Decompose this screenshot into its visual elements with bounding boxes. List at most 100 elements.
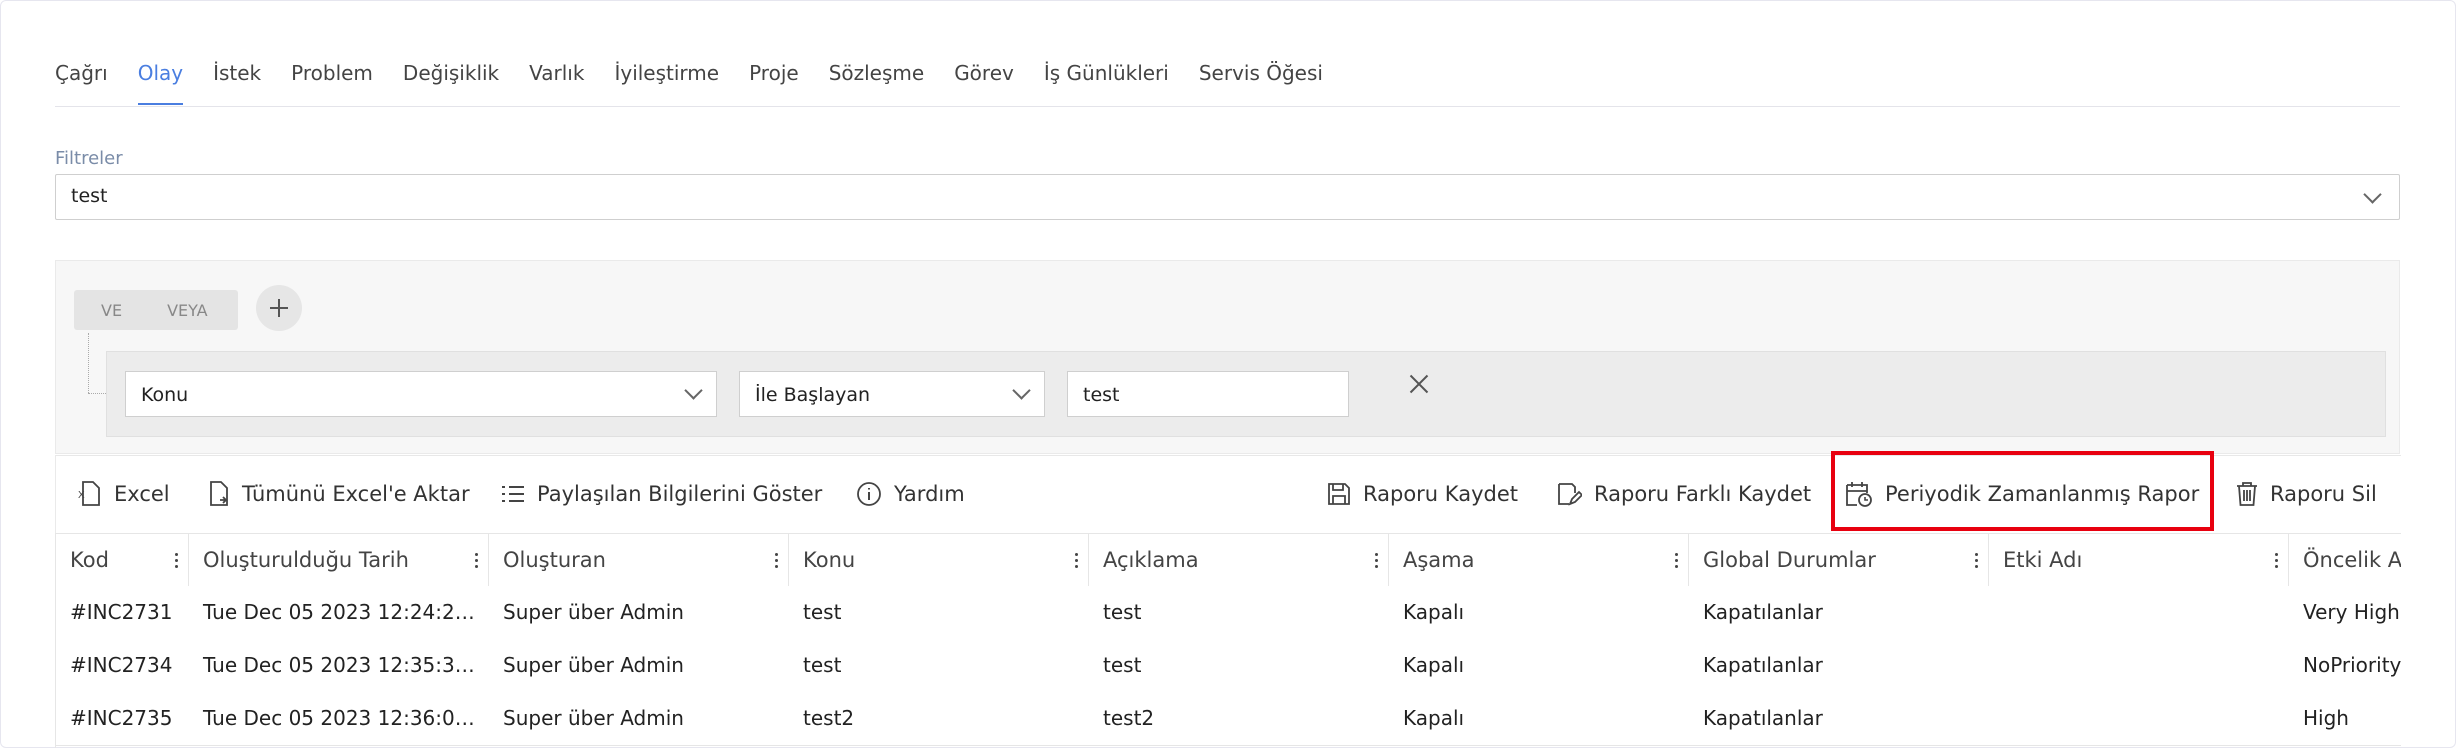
column-menu-icon[interactable]: [1675, 553, 1678, 568]
tab-iyilestirme[interactable]: İyileştirme: [614, 56, 719, 106]
cell-date: Tue Dec 05 2023 12:24:28 G...: [203, 600, 479, 624]
rule-operator-select[interactable]: İle Başlayan: [739, 371, 1045, 417]
column-menu-icon[interactable]: [1375, 553, 1378, 568]
tab-varlik[interactable]: Varlık: [529, 56, 584, 106]
highlight-box: [1831, 451, 2214, 531]
delete-report-label: Raporu Sil: [2270, 482, 2377, 506]
column-header[interactable]: Oluşturulduğu Tarih: [189, 534, 489, 587]
column-label: Oluşturan: [503, 548, 606, 572]
column-label: Açıklama: [1103, 548, 1199, 572]
cell-stage: Kapalı: [1403, 706, 1465, 730]
excel-label: Excel: [114, 482, 170, 506]
module-tabs: Çağrı Olay İstek Problem Değişiklik Varl…: [55, 56, 1353, 108]
save-report-button[interactable]: Raporu Kaydet: [1327, 474, 1518, 514]
tab-degisiklik[interactable]: Değişiklik: [403, 56, 499, 106]
column-menu-icon[interactable]: [1075, 553, 1078, 568]
tab-cagri[interactable]: Çağrı: [55, 56, 108, 106]
tab-sozlesme[interactable]: Sözleşme: [829, 56, 925, 106]
column-header[interactable]: Öncelik A: [2289, 534, 2401, 587]
column-header[interactable]: Aşama: [1389, 534, 1689, 587]
tab-servis-ogesi[interactable]: Servis Öğesi: [1199, 56, 1323, 106]
column-label: Konu: [803, 548, 856, 572]
cell-description: test2: [1103, 706, 1155, 730]
svg-text:X: X: [78, 490, 85, 501]
cell-creator: Super über Admin: [503, 653, 684, 677]
rule-operator-value: İle Başlayan: [755, 384, 871, 406]
tree-connector-branch: [88, 393, 106, 394]
info-icon: [857, 482, 881, 506]
column-header[interactable]: Konu: [789, 534, 1089, 587]
export-all-excel-button[interactable]: Tümünü Excel'e Aktar: [206, 474, 470, 514]
column-menu-icon[interactable]: [775, 553, 778, 568]
cell-stage: Kapalı: [1403, 653, 1465, 677]
column-menu-icon[interactable]: [475, 553, 478, 568]
column-header[interactable]: Global Durumlar: [1689, 534, 1989, 587]
rule-value-input[interactable]: test: [1067, 371, 1349, 417]
column-header[interactable]: Açıklama: [1089, 534, 1389, 587]
cell-subject: test: [803, 600, 842, 624]
column-menu-icon[interactable]: [175, 553, 178, 568]
list-icon: [502, 486, 524, 502]
help-button[interactable]: Yardım: [856, 474, 965, 514]
cell-global-status: Kapatılanlar: [1703, 706, 1823, 730]
delete-report-button[interactable]: Raporu Sil: [2236, 474, 2377, 514]
rule-value-text: test: [1083, 384, 1120, 406]
show-shared-info-button[interactable]: Paylaşılan Bilgilerini Göster: [501, 474, 822, 514]
and-button[interactable]: VE: [101, 301, 122, 320]
save-icon: [1328, 483, 1350, 505]
cell-date: Tue Dec 05 2023 12:35:39 G...: [203, 653, 479, 677]
filter-select-value: test: [71, 185, 108, 207]
cell-date: Tue Dec 05 2023 12:36:00 G...: [203, 706, 479, 730]
save-as-icon: [1558, 483, 1582, 506]
column-label: Kod: [70, 548, 109, 572]
column-header[interactable]: Etki Adı: [1989, 534, 2289, 587]
cell-description: test: [1103, 600, 1142, 624]
help-label: Yardım: [894, 482, 965, 506]
save-report-label: Raporu Kaydet: [1363, 482, 1518, 506]
tab-is-gunlukleri[interactable]: İş Günlükleri: [1044, 56, 1169, 106]
cell-global-status: Kapatılanlar: [1703, 600, 1823, 624]
column-label: Aşama: [1403, 548, 1475, 572]
chevron-down-icon: [2363, 185, 2382, 204]
tab-proje[interactable]: Proje: [749, 56, 799, 106]
cell-kod: #INC2731: [70, 600, 173, 624]
table-row[interactable]: #INC2731 Tue Dec 05 2023 12:24:28 G... S…: [56, 586, 2401, 640]
column-menu-icon[interactable]: [2275, 553, 2278, 568]
excel-icon: X: [78, 481, 100, 506]
query-builder: VE VEYA Konu İle Başlayan test: [55, 260, 2400, 454]
column-label: Öncelik A: [2303, 548, 2401, 572]
cell-impact: [1989, 639, 2279, 692]
cell-creator: Super über Admin: [503, 600, 684, 624]
cell-impact: [1989, 692, 2279, 745]
export-all-label: Tümünü Excel'e Aktar: [242, 482, 470, 506]
rule-field-value: Konu: [141, 384, 189, 406]
table-row[interactable]: #INC2734 Tue Dec 05 2023 12:35:39 G... S…: [56, 639, 2401, 693]
close-icon[interactable]: [1407, 372, 1431, 396]
table-row[interactable]: #INC2735 Tue Dec 05 2023 12:36:00 G... S…: [56, 692, 2401, 746]
excel-button[interactable]: X Excel: [78, 474, 170, 514]
column-menu-icon[interactable]: [1975, 553, 1978, 568]
cell-stage: Kapalı: [1403, 600, 1465, 624]
tab-gorev[interactable]: Görev: [954, 56, 1014, 106]
column-header[interactable]: Kod: [56, 534, 189, 587]
cell-priority: High: [2303, 706, 2349, 730]
show-shared-label: Paylaşılan Bilgilerini Göster: [537, 482, 823, 506]
rule-row: Konu İle Başlayan test: [106, 351, 2386, 437]
tree-connector: [88, 333, 89, 393]
cell-creator: Super über Admin: [503, 706, 684, 730]
cell-kod: #INC2734: [70, 653, 173, 677]
tab-istek[interactable]: İstek: [213, 56, 261, 106]
or-button[interactable]: VEYA: [167, 301, 208, 320]
chevron-down-icon: [684, 381, 703, 400]
save-as-report-button[interactable]: Raporu Farklı Kaydet: [1556, 474, 1811, 514]
filters-label: Filtreler: [55, 148, 123, 169]
trash-icon: [2237, 482, 2257, 506]
cell-subject: test2: [803, 706, 855, 730]
tab-olay[interactable]: Olay: [137, 56, 184, 106]
column-header[interactable]: Oluşturan: [489, 534, 789, 587]
cell-kod: #INC2735: [70, 706, 173, 730]
rule-field-select[interactable]: Konu: [125, 371, 717, 417]
tab-problem[interactable]: Problem: [291, 56, 373, 106]
filter-select[interactable]: test: [55, 174, 2400, 220]
add-rule-button[interactable]: [256, 285, 302, 331]
